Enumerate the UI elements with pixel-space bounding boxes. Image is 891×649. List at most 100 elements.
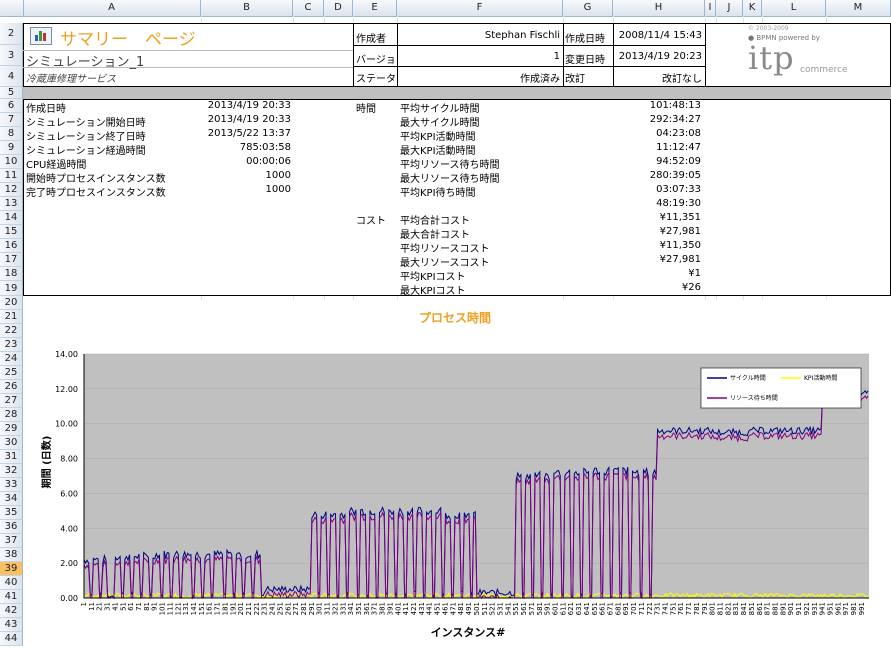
stat-value: ¥11,351 bbox=[659, 212, 701, 223]
x-tick-label: 591 bbox=[544, 602, 552, 615]
stat-label: 完了時プロセスインスタンス数 bbox=[26, 188, 166, 199]
row-header-32[interactable]: 32 bbox=[0, 464, 23, 478]
row-header-23[interactable]: 23 bbox=[0, 338, 23, 352]
row-header-37[interactable]: 37 bbox=[0, 534, 23, 548]
column-header-a[interactable]: A bbox=[23, 0, 201, 16]
row-header-16[interactable]: 16 bbox=[0, 239, 23, 253]
row-header-6[interactable]: 6 bbox=[0, 99, 23, 113]
x-tick-label: 361 bbox=[363, 602, 371, 615]
y-tick-label: 12.00 bbox=[55, 385, 78, 394]
row-header-22[interactable]: 22 bbox=[0, 324, 23, 338]
row-header-38[interactable]: 38 bbox=[0, 548, 23, 562]
row-header-35[interactable]: 35 bbox=[0, 506, 23, 520]
row-header-12[interactable]: 12 bbox=[0, 183, 23, 197]
row-header-3[interactable]: 3 bbox=[0, 45, 23, 66]
y-tick-label: 0.00 bbox=[60, 594, 78, 603]
column-header-j[interactable]: J bbox=[716, 0, 743, 16]
column-header-f[interactable]: F bbox=[397, 0, 563, 16]
stat-value: 11:12:47 bbox=[656, 142, 701, 153]
row-header-7[interactable]: 7 bbox=[0, 113, 23, 127]
row-header-44[interactable]: 44 bbox=[0, 632, 23, 646]
stat-value: 00:00:06 bbox=[246, 156, 291, 167]
row-header-10[interactable]: 10 bbox=[0, 155, 23, 169]
row-header-11[interactable]: 11 bbox=[0, 169, 23, 183]
row-header-34[interactable]: 34 bbox=[0, 492, 23, 506]
x-tick-label: 111 bbox=[166, 602, 174, 615]
process-time-chart[interactable]: プロセス時間 期間 (日数) インスタンス# 0.00 2.00 4.00 6.00 8… bbox=[23, 300, 891, 646]
row-header-24[interactable]: 24 bbox=[0, 352, 23, 366]
legend-label: KPI活動時間 bbox=[804, 374, 837, 382]
row-header-29[interactable]: 29 bbox=[0, 422, 23, 436]
x-tick-label: 61 bbox=[127, 602, 135, 611]
column-header-e[interactable]: E bbox=[353, 0, 397, 16]
row-header-36[interactable]: 36 bbox=[0, 520, 23, 534]
x-tick-label: 881 bbox=[771, 602, 779, 615]
row-header-8[interactable]: 8 bbox=[0, 127, 23, 141]
column-header-d[interactable]: D bbox=[324, 0, 353, 16]
row-header-5[interactable]: 5 bbox=[0, 87, 23, 99]
row-header-2[interactable]: 2 bbox=[0, 23, 23, 45]
column-header-m[interactable]: M bbox=[826, 0, 891, 16]
stat-value: 04:23:08 bbox=[656, 128, 701, 139]
x-tick-label: 481 bbox=[457, 602, 465, 615]
stat-value: 785:03:58 bbox=[239, 142, 291, 153]
x-tick-label: 581 bbox=[536, 602, 544, 615]
select-all-corner[interactable] bbox=[0, 0, 24, 16]
x-tick-label: 561 bbox=[520, 602, 528, 615]
summary-page-icon bbox=[30, 27, 52, 45]
stat-label: 最大KPI活動時間 bbox=[400, 146, 476, 157]
row-header-21[interactable]: 21 bbox=[0, 310, 23, 324]
row-header-18[interactable]: 18 bbox=[0, 267, 23, 281]
stat-label: 平均リソース待ち時間 bbox=[400, 160, 500, 171]
x-tick-label: 91 bbox=[151, 602, 159, 611]
column-header-h[interactable]: H bbox=[613, 0, 705, 16]
column-header-b[interactable]: B bbox=[201, 0, 293, 16]
x-tick-label: 491 bbox=[465, 602, 473, 615]
x-tick-label: 531 bbox=[496, 602, 504, 615]
row-header-42[interactable]: 42 bbox=[0, 604, 23, 618]
row-header-13[interactable]: 13 bbox=[0, 197, 23, 211]
column-header-g[interactable]: G bbox=[563, 0, 613, 16]
x-tick-label: 331 bbox=[339, 602, 347, 615]
x-tick-label: 211 bbox=[245, 602, 253, 615]
row-header-43[interactable]: 43 bbox=[0, 618, 23, 632]
row-header-4[interactable]: 4 bbox=[0, 66, 23, 87]
column-header-k[interactable]: K bbox=[743, 0, 762, 16]
x-tick-label: 701 bbox=[630, 602, 638, 615]
x-tick-label: 991 bbox=[858, 602, 866, 615]
row-header-40[interactable]: 40 bbox=[0, 576, 23, 590]
row-header-30[interactable]: 30 bbox=[0, 436, 23, 450]
x-tick-label: 851 bbox=[748, 602, 756, 615]
row-header-39[interactable]: 39 bbox=[0, 562, 23, 576]
row-header-20[interactable]: 20 bbox=[0, 296, 23, 310]
column-header-c[interactable]: C bbox=[293, 0, 324, 16]
x-tick-label: 681 bbox=[614, 602, 622, 615]
status-label: ステータ bbox=[356, 74, 396, 85]
row-header-26[interactable]: 26 bbox=[0, 380, 23, 394]
x-tick-label: 821 bbox=[724, 602, 732, 615]
x-tick-label: 301 bbox=[316, 602, 324, 615]
stat-value: 2013/5/22 13:37 bbox=[207, 128, 291, 139]
row-header-25[interactable]: 25 bbox=[0, 366, 23, 380]
row-header-9[interactable]: 9 bbox=[0, 141, 23, 155]
x-tick-label: 191 bbox=[229, 602, 237, 615]
row-header-31[interactable]: 31 bbox=[0, 450, 23, 464]
stat-value: 94:52:09 bbox=[656, 156, 701, 167]
x-tick-label: 921 bbox=[803, 602, 811, 615]
x-tick-label: 961 bbox=[834, 602, 842, 615]
row-header-33[interactable]: 33 bbox=[0, 478, 23, 492]
x-tick-label: 601 bbox=[551, 602, 559, 615]
row-header-15[interactable]: 15 bbox=[0, 225, 23, 239]
row-header-14[interactable]: 14 bbox=[0, 211, 23, 225]
x-tick-label: 551 bbox=[512, 602, 520, 615]
row-header-17[interactable]: 17 bbox=[0, 253, 23, 267]
row-header-41[interactable]: 41 bbox=[0, 590, 23, 604]
column-header-l[interactable]: L bbox=[762, 0, 826, 16]
x-tick-label: 221 bbox=[253, 602, 261, 615]
row-header-19[interactable]: 19 bbox=[0, 281, 23, 296]
row-header-27[interactable]: 27 bbox=[0, 394, 23, 408]
row-header-28[interactable]: 28 bbox=[0, 408, 23, 422]
x-tick-label: 661 bbox=[599, 602, 607, 615]
column-header-i[interactable]: I bbox=[705, 0, 716, 16]
chart-title: プロセス時間 bbox=[419, 310, 491, 325]
